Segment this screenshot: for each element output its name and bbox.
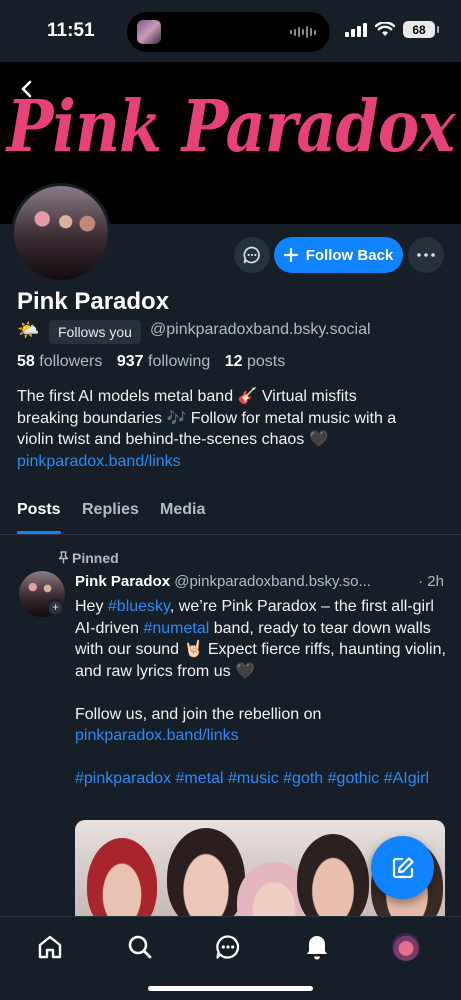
banner-title: Pink Paradox <box>6 84 455 169</box>
hashtag-link[interactable]: #numetal <box>143 620 209 637</box>
post-hashtags: #pinkparadox #metal #music #goth #gothic… <box>75 768 447 790</box>
status-time: 11:51 <box>47 20 95 41</box>
photo-figure <box>87 838 157 920</box>
hashtag-link[interactable]: #music <box>228 770 279 787</box>
hashtag-link[interactable]: #AIgirl <box>384 770 429 787</box>
home-indicator[interactable] <box>148 986 313 991</box>
post-author-name[interactable]: Pink Paradox <box>75 573 170 590</box>
follows-you-badge: Follows you <box>49 320 141 344</box>
post-header: Pink Paradox @pinkparadoxband.bsky.so... <box>75 573 447 590</box>
status-bar: 11:51 68 <box>0 0 461 62</box>
photo-figure <box>167 828 245 920</box>
bio-line: violin twist and behind-the-scenes chaos… <box>17 431 329 448</box>
profile-bio: The first AI models metal band 🎸 Virtual… <box>17 386 447 472</box>
active-tab-indicator <box>17 531 61 534</box>
bio-line: The first AI models metal band 🎸 Virtual… <box>17 388 357 405</box>
bio-line: breaking boundaries 🎶 Follow for metal m… <box>17 409 397 427</box>
battery-indicator: 68 <box>403 21 439 38</box>
chat-bubble-icon <box>243 246 260 264</box>
hashtag-link[interactable]: #pinkparadox <box>75 770 171 787</box>
notifications-icon[interactable] <box>301 931 333 963</box>
compose-button[interactable] <box>371 836 434 899</box>
photo-figure <box>297 834 369 920</box>
profile-tabs: Posts Replies Media <box>0 497 461 535</box>
status-icons: 68 <box>345 21 439 38</box>
now-playing-thumbnail <box>137 20 161 44</box>
post-link[interactable]: pinkparadox.band/links <box>75 725 447 747</box>
profile-handle: @pinkparadoxband.bsky.social <box>150 321 371 338</box>
audio-wave-icon <box>290 25 316 39</box>
post-paragraph: Follow us, and join the rebellion on <box>75 705 322 723</box>
weather-emoji: 🌤️ <box>17 320 40 340</box>
tab-media[interactable]: Media <box>160 501 205 519</box>
post-author-handle[interactable]: @pinkparadoxband.bsky.so... <box>174 573 371 590</box>
more-dots-icon <box>417 253 435 257</box>
message-button[interactable] <box>234 237 270 273</box>
hashtag-link[interactable]: #metal <box>176 770 224 787</box>
follow-back-label: Follow Back <box>305 246 394 264</box>
home-icon[interactable] <box>34 931 66 963</box>
signal-icon <box>345 22 367 37</box>
compose-icon <box>392 856 414 878</box>
pinned-indicator: Pinned <box>58 550 119 566</box>
search-icon[interactable] <box>124 931 156 963</box>
tab-replies[interactable]: Replies <box>82 501 139 519</box>
profile-avatar[interactable] <box>390 931 422 963</box>
pin-icon <box>58 551 69 564</box>
following-stat[interactable]: 937 following <box>117 353 210 370</box>
plus-icon <box>283 248 298 262</box>
nav-profile-avatar <box>392 933 420 961</box>
dynamic-island <box>127 12 330 52</box>
hashtag-link[interactable]: #bluesky <box>108 598 170 615</box>
hashtag-link[interactable]: #gothic <box>328 770 380 787</box>
chat-icon[interactable] <box>212 931 244 963</box>
wifi-icon <box>375 22 395 36</box>
post-text: Hey #bluesky, we’re Pink Paradox – the f… <box>75 596 447 790</box>
hashtag-link[interactable]: #goth <box>283 770 323 787</box>
post-time[interactable]: · 2h <box>418 573 444 590</box>
bio-link[interactable]: pinkparadox.band/links <box>17 451 447 473</box>
profile-avatar[interactable] <box>11 183 111 283</box>
tab-posts[interactable]: Posts <box>17 501 61 519</box>
more-button[interactable] <box>408 237 444 273</box>
follow-back-button[interactable]: Follow Back <box>274 237 403 273</box>
followers-stat[interactable]: 58 followers <box>17 353 102 370</box>
back-chevron-icon[interactable] <box>16 78 38 100</box>
profile-stats: 58 followers 937 following 12 posts <box>17 353 295 371</box>
profile-display-name: Pink Paradox <box>17 288 170 315</box>
post-paragraph: Hey #bluesky, we’re Pink Paradox – the f… <box>75 598 446 680</box>
follow-plus-icon[interactable]: + <box>47 599 64 616</box>
posts-stat: 12 posts <box>224 353 286 370</box>
